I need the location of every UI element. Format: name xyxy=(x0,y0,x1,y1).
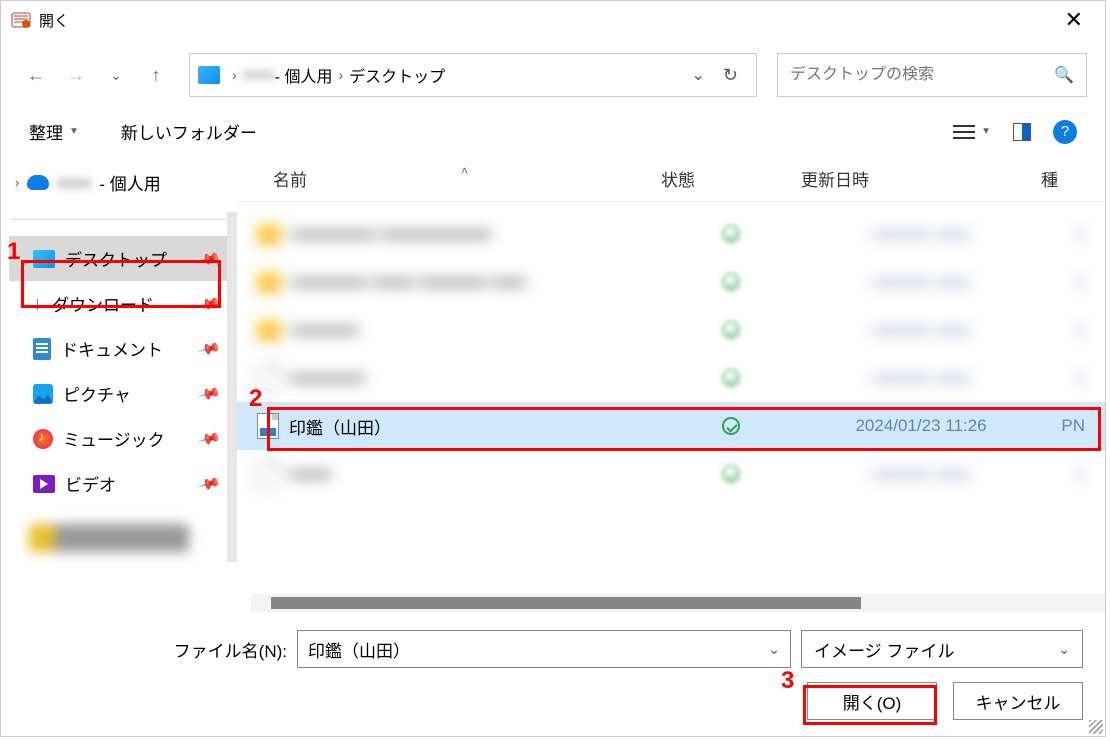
chevron-down-icon: ▼ xyxy=(981,126,991,137)
video-icon xyxy=(33,475,55,493)
breadcrumb-desktop[interactable]: デスクトップ xyxy=(349,63,445,87)
horizontal-scrollbar[interactable] xyxy=(251,594,1105,612)
folder-icon xyxy=(198,66,220,84)
chevron-right-icon: › xyxy=(15,175,19,190)
sidebar-item-blurred[interactable] xyxy=(29,524,189,552)
close-button[interactable]: ✕ xyxy=(1053,3,1095,37)
pin-icon: 📌 xyxy=(197,381,222,406)
sidebar: › xxxx - 個人用 デスクトップ 📌 ↓ ダウンロード 📌 ドキュメント … xyxy=(1,162,237,612)
folder-icon xyxy=(257,272,281,292)
sidebar-item-pictures[interactable]: ピクチャ 📌 xyxy=(9,371,229,416)
file-pane: 名前 ˄ 状態 更新日時 種 xxxxxxxxxx xxxxxxxxxxxxx … xyxy=(237,162,1105,612)
pin-icon: 📌 xyxy=(197,291,222,316)
chevron-right-icon: › xyxy=(232,67,237,83)
desktop-icon xyxy=(33,250,55,268)
search-input[interactable] xyxy=(790,66,1054,84)
chevron-down-icon[interactable]: ⌄ xyxy=(768,641,780,658)
column-type[interactable]: 種 xyxy=(1041,166,1091,191)
nav-back-button[interactable]: ← xyxy=(19,58,53,92)
help-button[interactable]: ? xyxy=(1053,120,1077,144)
column-status[interactable]: 状態 xyxy=(661,166,801,191)
search-box[interactable]: 🔍 xyxy=(777,53,1087,97)
file-icon xyxy=(257,461,279,487)
status-ok-icon xyxy=(722,465,740,483)
organize-menu[interactable]: 整理 ▼ xyxy=(29,119,79,144)
column-date[interactable]: 更新日時 xyxy=(801,166,1041,191)
column-headers: 名前 ˄ 状態 更新日時 種 xyxy=(237,162,1105,202)
open-button[interactable]: 開く(O) xyxy=(807,682,937,720)
sidebar-item-desktop[interactable]: デスクトップ 📌 xyxy=(9,236,229,281)
search-icon[interactable]: 🔍 xyxy=(1054,65,1074,85)
nav-recent-button[interactable]: ⌄ xyxy=(99,58,133,92)
filename-label: ファイル名(N): xyxy=(174,637,287,662)
breadcrumb-personal[interactable]: - 個人用 xyxy=(275,63,333,87)
sort-asc-icon: ˄ xyxy=(461,164,468,178)
folder-icon xyxy=(257,224,281,244)
file-row[interactable]: xxxxxxxxx xxxxx xxxxxxxx xxxx xxxxxxx xx… xyxy=(237,258,1105,306)
status-ok-icon xyxy=(722,273,740,291)
new-folder-button[interactable]: 新しいフォルダー xyxy=(121,119,257,144)
image-file-icon xyxy=(257,413,279,439)
nav-forward-button[interactable]: → xyxy=(59,58,93,92)
preview-pane-button[interactable] xyxy=(1013,123,1031,141)
view-mode-button[interactable]: ▼ xyxy=(953,124,991,140)
file-icon xyxy=(257,365,279,391)
pin-icon: 📌 xyxy=(197,246,222,271)
file-row[interactable]: xxxxxxxx xxxxxxx xxxxx xyxy=(237,306,1105,354)
onedrive-icon xyxy=(27,175,49,190)
breadcrumb-dropdown[interactable]: ⌄ xyxy=(692,65,713,85)
status-ok-icon xyxy=(722,417,740,435)
sidebar-item-videos[interactable]: ビデオ 📌 xyxy=(9,461,229,506)
refresh-button[interactable]: ↻ xyxy=(713,65,748,86)
file-row-selected[interactable]: 印鑑（山田） 2024/01/23 11:26 PN xyxy=(237,402,1105,450)
pin-icon: 📌 xyxy=(197,471,222,496)
breadcrumb[interactable]: › xxxx - 個人用 › デスクトップ ⌄ ↻ xyxy=(189,53,757,97)
cancel-button[interactable]: キャンセル xyxy=(953,682,1083,720)
dialog-title: 開く xyxy=(39,10,69,31)
status-ok-icon xyxy=(722,225,740,243)
sidebar-item-downloads[interactable]: ↓ ダウンロード 📌 xyxy=(9,281,229,326)
sidebar-item-documents[interactable]: ドキュメント 📌 xyxy=(9,326,229,371)
status-ok-icon xyxy=(722,321,740,339)
file-row[interactable]: xxxxxxxxxx xxxxxxxxxxxxx xxxxxxx xxxxx xyxy=(237,210,1105,258)
status-ok-icon xyxy=(722,369,740,387)
chevron-down-icon[interactable]: ⌄ xyxy=(1058,641,1070,658)
column-name[interactable]: 名前 ˄ xyxy=(251,166,661,191)
pin-icon: 📌 xyxy=(197,426,222,451)
document-icon xyxy=(33,338,51,360)
pictures-icon xyxy=(33,384,53,404)
filename-combo[interactable]: 印鑑（山田） ⌄ xyxy=(297,630,791,668)
breadcrumb-user[interactable]: xxxx xyxy=(243,66,275,84)
folder-icon xyxy=(257,320,281,340)
sidebar-scrollbar[interactable] xyxy=(227,212,237,562)
pin-icon: 📌 xyxy=(197,336,222,361)
sidebar-item-music[interactable]: ミュージック 📌 xyxy=(9,416,229,461)
chevron-right-icon: › xyxy=(338,67,343,83)
file-row[interactable]: xxxxxxxxx xxxxxxx xxxxx xyxy=(237,354,1105,402)
sidebar-top-onedrive[interactable]: › xxxx - 個人用 xyxy=(9,166,229,199)
file-type-filter[interactable]: イメージ ファイル ⌄ xyxy=(801,630,1083,668)
nav-up-button[interactable]: ↑ xyxy=(139,58,173,92)
file-row[interactable]: xxxxx xxxxxxx xxxxx xyxy=(237,450,1105,498)
music-icon xyxy=(33,429,53,449)
chevron-down-icon: ▼ xyxy=(69,126,79,137)
app-icon xyxy=(11,10,31,30)
resize-grip[interactable] xyxy=(1089,720,1103,734)
download-icon: ↓ xyxy=(33,293,42,314)
